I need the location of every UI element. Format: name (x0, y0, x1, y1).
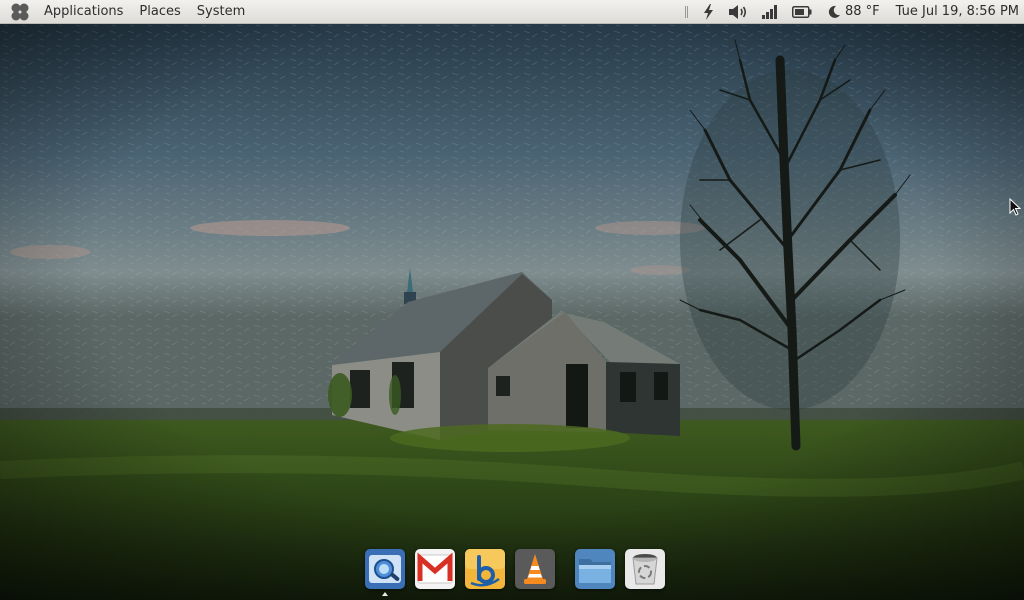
folder-icon (575, 549, 615, 589)
clock-label[interactable]: Tue Jul 19, 8:56 PM (896, 0, 1019, 24)
elementary-logo-icon[interactable] (10, 2, 30, 22)
dock-item-gmail[interactable] (415, 549, 455, 589)
battery-icon[interactable] (792, 5, 812, 18)
panel-handle-icon (685, 5, 688, 18)
vlc-icon (515, 549, 555, 589)
desktop[interactable]: Applications Places System 88 °F Tue Jul… (0, 0, 1024, 600)
dock-item-browser[interactable] (365, 549, 405, 596)
dock-item-files[interactable] (575, 549, 615, 589)
volume-icon[interactable] (728, 4, 748, 20)
music-player-icon (465, 549, 505, 589)
dock-item-vlc[interactable] (515, 549, 555, 589)
moon-icon (828, 5, 840, 18)
desktop-wallpaper (0, 0, 1024, 600)
browser-icon (365, 549, 405, 589)
mouse-cursor-icon (1009, 198, 1021, 216)
dock-item-music-player[interactable] (465, 549, 505, 589)
signal-icon[interactable] (762, 4, 778, 19)
dock-item-trash[interactable] (625, 549, 665, 589)
temperature-label: 88 °F (845, 3, 880, 19)
menu-applications[interactable]: Applications (36, 0, 131, 24)
menu-system[interactable]: System (189, 0, 253, 24)
top-panel: Applications Places System 88 °F Tue Jul… (0, 0, 1024, 24)
menu-places[interactable]: Places (131, 0, 188, 24)
gmail-icon (415, 549, 455, 589)
weather-indicator[interactable]: 88 °F (827, 0, 880, 24)
running-indicator (382, 592, 388, 596)
lightning-icon[interactable] (702, 3, 714, 20)
dock (360, 548, 665, 600)
trash-icon (625, 549, 665, 589)
